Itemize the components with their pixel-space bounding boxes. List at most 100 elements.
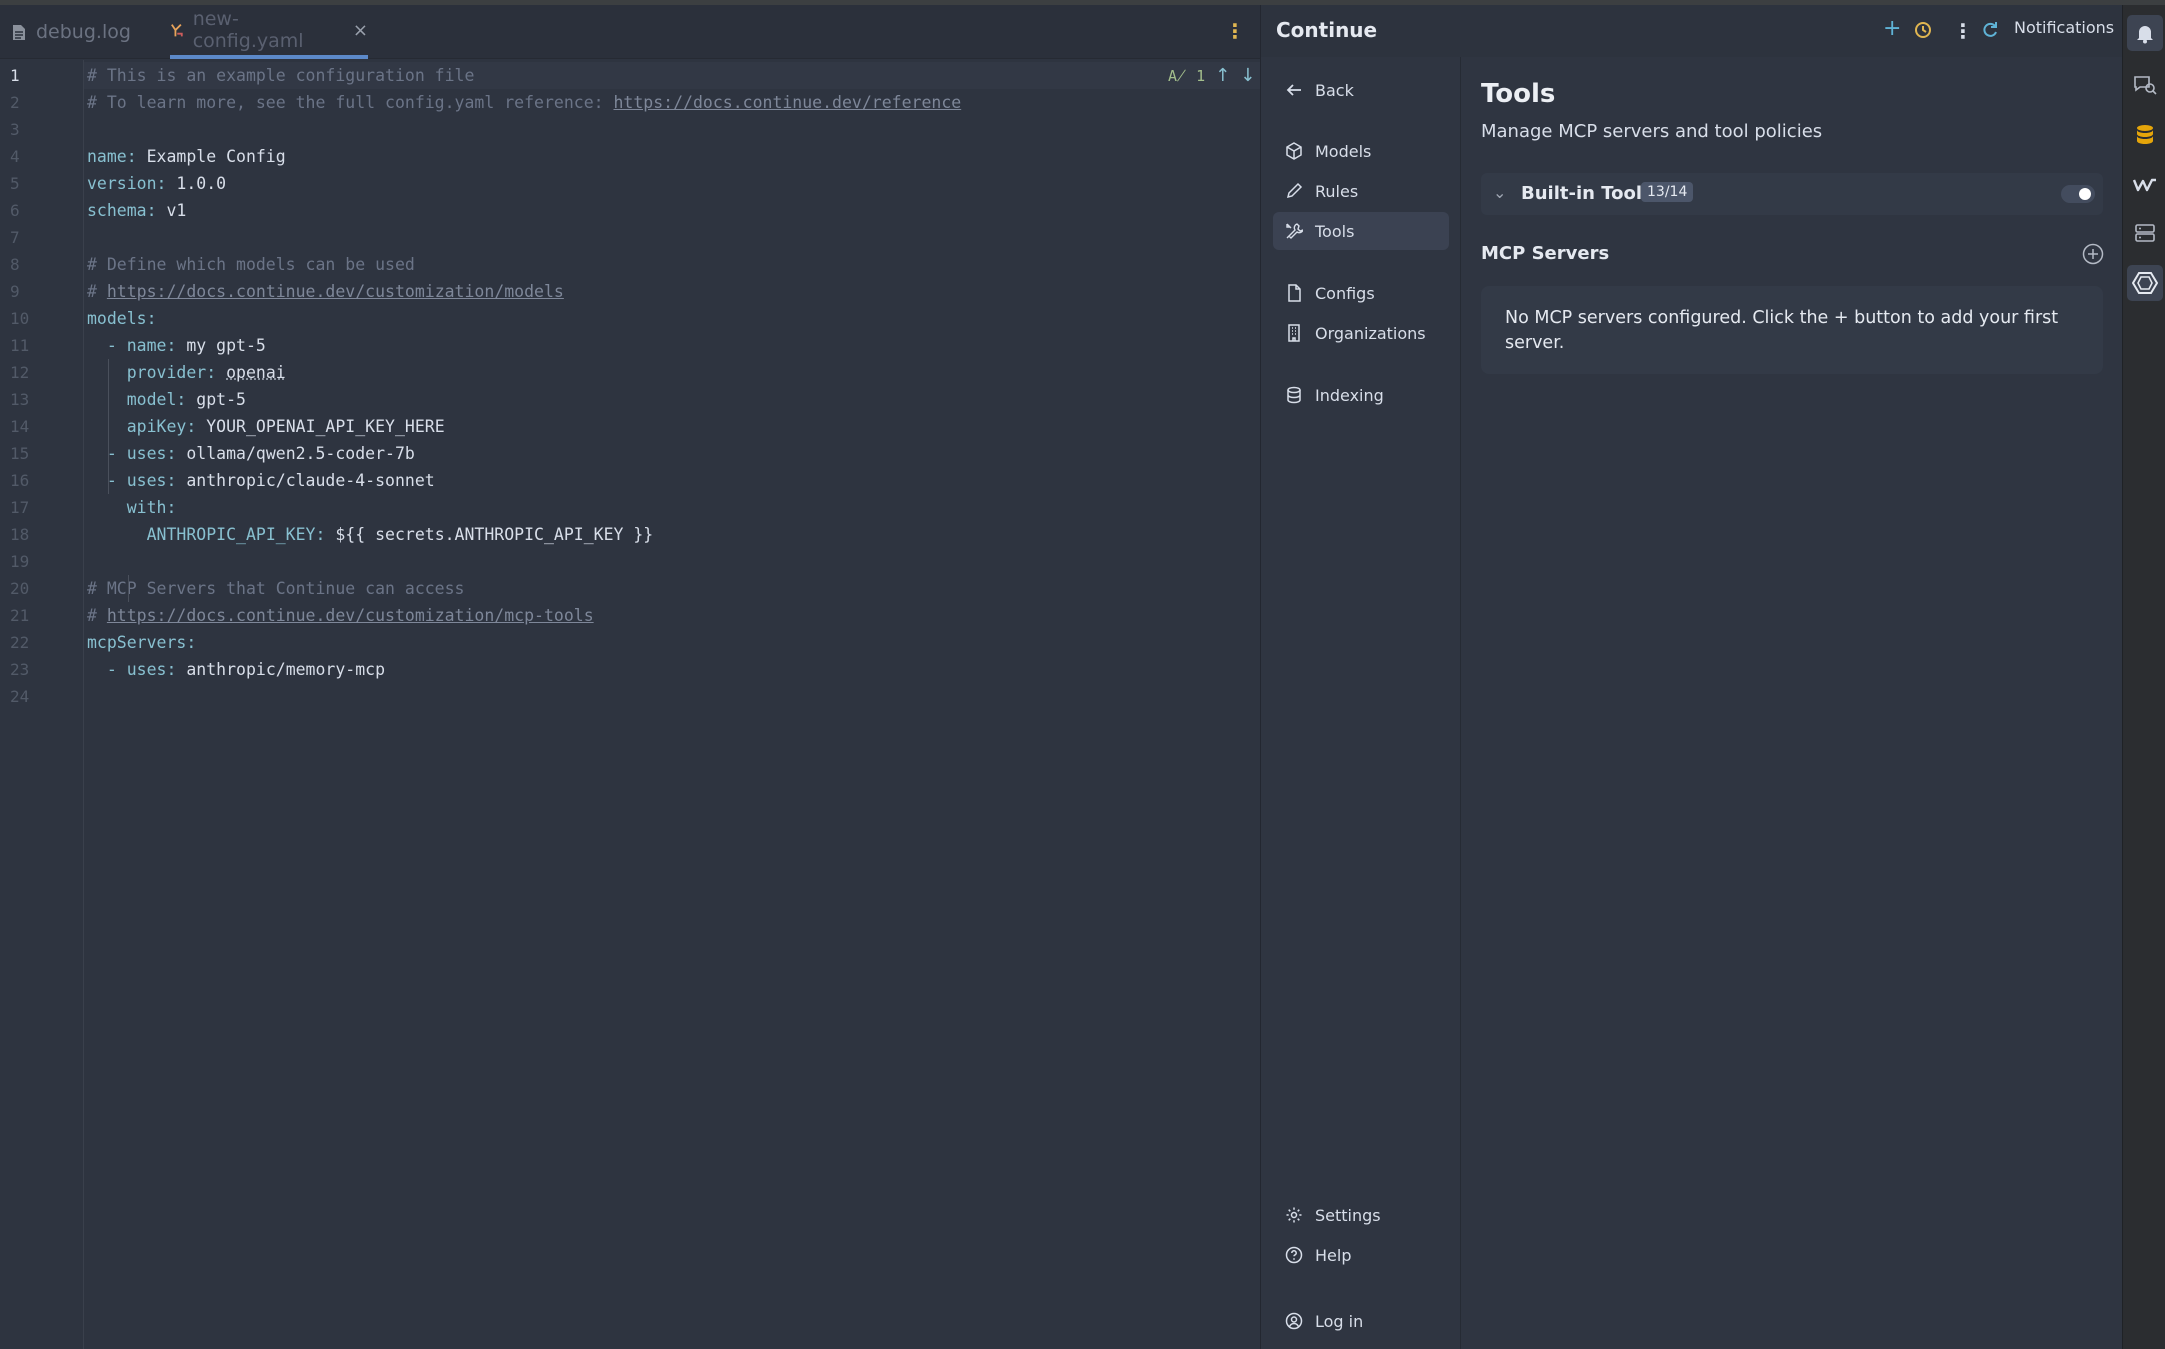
builtin-tools-toggle[interactable] [2061,185,2095,203]
code-line: apiKey: YOUR_OPENAI_API_KEY_HERE [87,413,1257,440]
code-line: model: gpt-5 [87,386,1257,413]
line-number: 3 [10,120,20,139]
continue-logo-icon[interactable] [2127,265,2163,301]
indent-guide [108,359,109,494]
file-icon [1288,284,1301,302]
panel-header: Continue + ⋮ Notifications [1261,5,2123,57]
pencil-icon [1286,182,1303,199]
yaml-value: anthropic/claude-4-sonnet [176,471,435,490]
nav-indexing[interactable]: Indexing [1273,376,1449,414]
line-number: 18 [10,525,30,544]
history-icon[interactable] [1913,20,1933,40]
line-number: 9 [10,282,20,301]
yaml-value: openai [226,363,286,382]
yaml-key: mcpServers: [87,633,197,652]
plus-icon[interactable]: + [1883,16,1901,41]
line-number: 20 [10,579,30,598]
tools-icon [1286,223,1303,239]
mcp-tools-docs-link[interactable]: https://docs.continue.dev/customization/… [107,606,594,625]
code-line: # MCP Servers that Continue can access [87,575,1257,602]
chevron-down-icon[interactable]: ⌄ [1493,183,1506,202]
line-number: 6 [10,201,20,220]
tab-label: debug.log [36,21,131,43]
code-line: with: [87,494,1257,521]
nav-models[interactable]: Models [1273,132,1449,170]
tab-new-config-yaml[interactable]: new-config.yaml × [170,5,368,59]
line-number: 1 [10,66,20,85]
yaml-value: ${{ secrets.ANTHROPIC_API_KEY }} [325,525,654,544]
code-line: - name: my gpt-5 [87,332,1257,359]
database-icon[interactable] [2131,121,2159,149]
line-number: 5 [10,174,20,193]
code-line: provider: openai [87,359,1257,386]
more-vertical-icon[interactable]: ⋮ [1953,19,1973,43]
nav-back[interactable]: Back [1273,71,1449,109]
database-icon [1287,386,1301,404]
reference-link[interactable]: https://docs.continue.dev/reference [614,93,962,112]
line-number: 4 [10,147,20,166]
more-vertical-icon[interactable]: ⋮ [1225,19,1245,43]
windsurf-icon[interactable] [2131,171,2159,199]
yaml-key: with: [126,498,177,517]
nav-label: Log in [1315,1311,1364,1331]
code-content[interactable]: # This is an example configuration file … [87,62,1257,710]
yaml-key: uses: [126,471,177,490]
page-subtitle: Manage MCP servers and tool policies [1481,121,1823,142]
code-line: # This is an example configuration file [87,62,1257,89]
page-title: Tools [1481,79,1556,109]
nav-label: Help [1315,1245,1352,1265]
list-dash: - [87,471,127,490]
code-line: models: [87,305,1257,332]
gear-icon [1286,1207,1302,1223]
ai-chat-icon[interactable] [2131,71,2159,99]
nav-configs[interactable]: Configs [1273,274,1449,312]
line-number: 21 [10,606,30,625]
refresh-icon[interactable] [1981,21,1999,39]
yaml-key: version: [87,174,167,193]
notifications-label[interactable]: Notifications [2014,18,2114,37]
line-number: 15 [10,444,30,463]
line-number: 2 [10,93,20,112]
yaml-file-icon [171,23,183,36]
code-line: version: 1.0.0 [87,170,1257,197]
nav-label: Back [1315,80,1354,100]
list-dash: - [87,444,127,463]
editor-pane: debug.log new-config.yaml × ⋮ 1234567891… [0,5,1260,1349]
yaml-value: ollama/qwen2.5-coder-7b [176,444,415,463]
yaml-value: my gpt-5 [176,336,266,355]
nav-tools[interactable]: Tools [1273,212,1449,250]
comment: # [87,606,107,625]
notifications-bell-icon[interactable] [2127,15,2163,51]
yaml-key: schema: [87,201,157,220]
comment: # To learn more, see the full config.yam… [87,93,614,112]
nav-organizations[interactable]: Organizations [1273,314,1449,352]
yaml-key: provider: [126,363,217,382]
close-icon[interactable]: × [353,20,368,41]
builtin-tools-section[interactable]: ⌄ Built-in Tools 13/14 [1481,173,2103,215]
line-number: 24 [10,687,30,706]
server-icon[interactable] [2131,219,2159,247]
nav-label: Models [1315,141,1372,161]
add-mcp-server-icon[interactable] [2082,243,2104,265]
line-number: 13 [10,390,30,409]
code-line: - uses: anthropic/memory-mcp [87,656,1257,683]
nav-help[interactable]: Help [1273,1236,1449,1274]
line-number: 10 [10,309,30,328]
help-icon [1285,1246,1303,1264]
line-number: 7 [10,228,20,247]
yaml-key: uses: [126,660,177,679]
code-line: # https://docs.continue.dev/customizatio… [87,602,1257,629]
comment: # Define which models can be used [87,255,415,274]
tab-debug-log[interactable]: debug.log [12,5,131,59]
yaml-value: anthropic/memory-mcp [176,660,386,679]
nav-login[interactable]: Log in [1273,1302,1449,1340]
line-number: 17 [10,498,30,517]
models-docs-link[interactable]: https://docs.continue.dev/customization/… [107,282,564,301]
line-number: 16 [10,471,30,490]
editor-tab-bar: debug.log new-config.yaml × ⋮ [0,5,1260,59]
nav-label: Settings [1315,1205,1381,1225]
nav-rules[interactable]: Rules [1273,172,1449,210]
nav-settings[interactable]: Settings [1273,1196,1449,1234]
